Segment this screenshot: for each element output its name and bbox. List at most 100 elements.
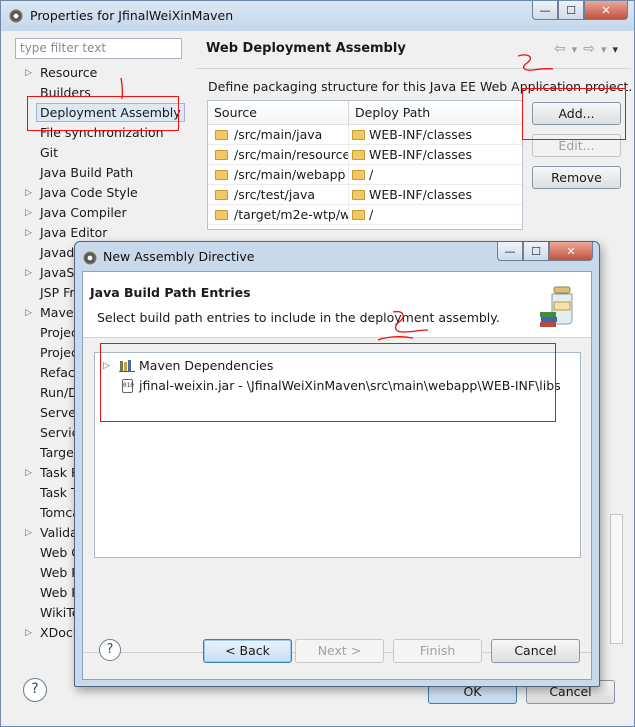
expand-arrow-icon[interactable]: ▷ [25,623,32,643]
annotation-box-entries [100,343,556,422]
maximize-button[interactable]: ☐ [558,1,584,20]
scrollbar[interactable] [610,514,623,644]
source-cell: /target/m2e-wtp/web-resources [208,205,349,224]
table-row[interactable]: /src/main/webapp / [208,165,522,185]
tree-item-label: Target [40,445,79,460]
finish-button[interactable]: Finish [393,639,482,663]
tree-item-java-code-style[interactable]: ▷ Java Code Style [15,183,195,203]
back-button[interactable]: < Back [203,639,292,663]
expand-arrow-icon[interactable]: ▷ [25,183,32,203]
page-title: Web Deployment Assembly [206,41,406,56]
table-row[interactable]: /src/test/java WEB-INF/classes [208,185,522,205]
deploy-path: WEB-INF/classes [369,147,473,162]
window-title: Properties for JfinalWeiXinMaven [30,8,234,23]
table-header: Source Deploy Path [208,101,522,125]
deploy-path: WEB-INF/classes [369,127,473,142]
help-icon[interactable]: ? [99,639,121,661]
dialog-header: Java Build Path Entries Select build pat… [83,272,591,338]
jar-wizard-icon [540,286,573,327]
expand-arrow-icon[interactable]: ▷ [25,203,32,223]
tree-item-label: JSP Fr [40,285,75,300]
assembly-table: Source Deploy Path /src/main/java WEB-INF… [207,100,523,230]
eclipse-icon [8,8,24,24]
minimize-button[interactable]: — [532,1,558,20]
help-icon[interactable]: ? [23,678,47,702]
tree-item-java-editor[interactable]: ▷ Java Editor [15,223,195,243]
deploy-cell: WEB-INF/classes [349,145,472,164]
tree-item-java-build-path[interactable]: Java Build Path [15,163,195,183]
maximize-button[interactable]: ☐ [523,242,549,261]
table-row[interactable]: /target/m2e-wtp/web-resources / [208,205,522,225]
chevron-down-icon[interactable]: ▾ [601,43,607,57]
expand-arrow-icon[interactable]: ▷ [25,303,32,323]
tree-item-label: XDocl [40,625,77,640]
tree-item-label: Resource [40,65,98,80]
deploy-cell: / [349,205,373,224]
source-path: /src/test/java [234,187,316,202]
divider [197,68,631,69]
source-cell: /src/main/java [208,125,349,144]
folder-icon [215,170,228,180]
table-row[interactable]: /src/main/java WEB-INF/classes [208,125,522,145]
expand-arrow-icon[interactable]: ▷ [25,263,32,283]
expand-arrow-icon[interactable]: ▷ [25,63,32,83]
tree-item-label: Task T [40,485,79,500]
dialog-window-controls: — ☐ ✕ [497,242,593,261]
deploy-cell: WEB-INF/classes [349,185,472,204]
filter-input[interactable]: type filter text [15,38,182,59]
deploy-path: / [369,207,374,222]
column-header-deploy-path[interactable]: Deploy Path [349,101,436,124]
back-arrow-icon[interactable]: ⇦ [554,41,566,57]
tree-item-label: Projec [40,325,78,340]
folder-icon [352,190,365,200]
folder-icon [352,150,365,160]
deploy-path: / [369,167,374,182]
tree-item-label: Java Code Style [40,185,138,200]
tree-item-git[interactable]: Git [15,143,195,163]
tree-item-label: Git [40,145,59,160]
source-path: /src/main/webapp [234,167,346,182]
deploy-path: WEB-INF/classes [369,187,473,202]
new-assembly-directive-dialog: New Assembly Directive — ☐ ✕ Java Build … [74,241,600,687]
dialog-heading: Java Build Path Entries [90,285,251,300]
tree-item-label: Javad [40,245,75,260]
tree-item-label: Web P [40,585,79,600]
table-row[interactable]: /src/main/resources WEB-INF/classes [208,145,522,165]
next-button[interactable]: Next > [295,639,384,663]
forward-arrow-icon[interactable]: ⇨ [583,41,595,57]
annotation-box-nav [27,96,179,131]
tree-item-java-compiler[interactable]: ▷ Java Compiler [15,203,195,223]
tree-item-label: Projec [40,345,78,360]
tree-item-resource[interactable]: ▷ Resource [15,63,195,83]
chevron-down-icon[interactable]: ▾ [572,43,578,57]
tree-item-label: Run/D [40,385,78,400]
tree-item-label: Servic [40,425,79,440]
cancel-button[interactable]: Cancel [491,639,580,663]
remove-button[interactable]: Remove [532,166,621,189]
dialog-body: Java Build Path Entries Select build pat… [82,271,592,680]
folder-icon [352,210,365,220]
folder-icon [352,170,365,180]
tree-item-label: Java Editor [40,225,108,240]
expand-arrow-icon[interactable]: ▷ [25,223,32,243]
dialog-title: New Assembly Directive [103,249,255,264]
source-path: /src/main/java [234,127,323,142]
source-path: /target/m2e-wtp/web-resources [234,207,349,222]
expand-arrow-icon[interactable]: ▷ [25,463,32,483]
view-menu-icon[interactable]: ▾ [612,43,618,57]
deploy-cell: WEB-INF/classes [349,125,472,144]
close-button[interactable]: ✕ [584,1,628,20]
annotation-mark-2 [517,54,554,71]
column-header-source[interactable]: Source [208,101,349,124]
title-bar[interactable]: Properties for JfinalWeiXinMaven — ☐ ✕ [1,1,634,31]
close-button[interactable]: ✕ [549,242,593,261]
folder-icon [215,130,228,140]
folder-icon [352,130,365,140]
dialog-subheading: Select build path entries to include in … [97,310,500,325]
source-cell: /src/main/webapp [208,165,349,184]
expand-arrow-icon[interactable]: ▷ [25,523,32,543]
folder-icon [215,150,228,160]
tree-item-label: Web P [40,565,79,580]
minimize-button[interactable]: — [497,242,523,261]
nav-controls: ⇦ ▾ ⇨ ▾ ▾ [554,41,618,57]
